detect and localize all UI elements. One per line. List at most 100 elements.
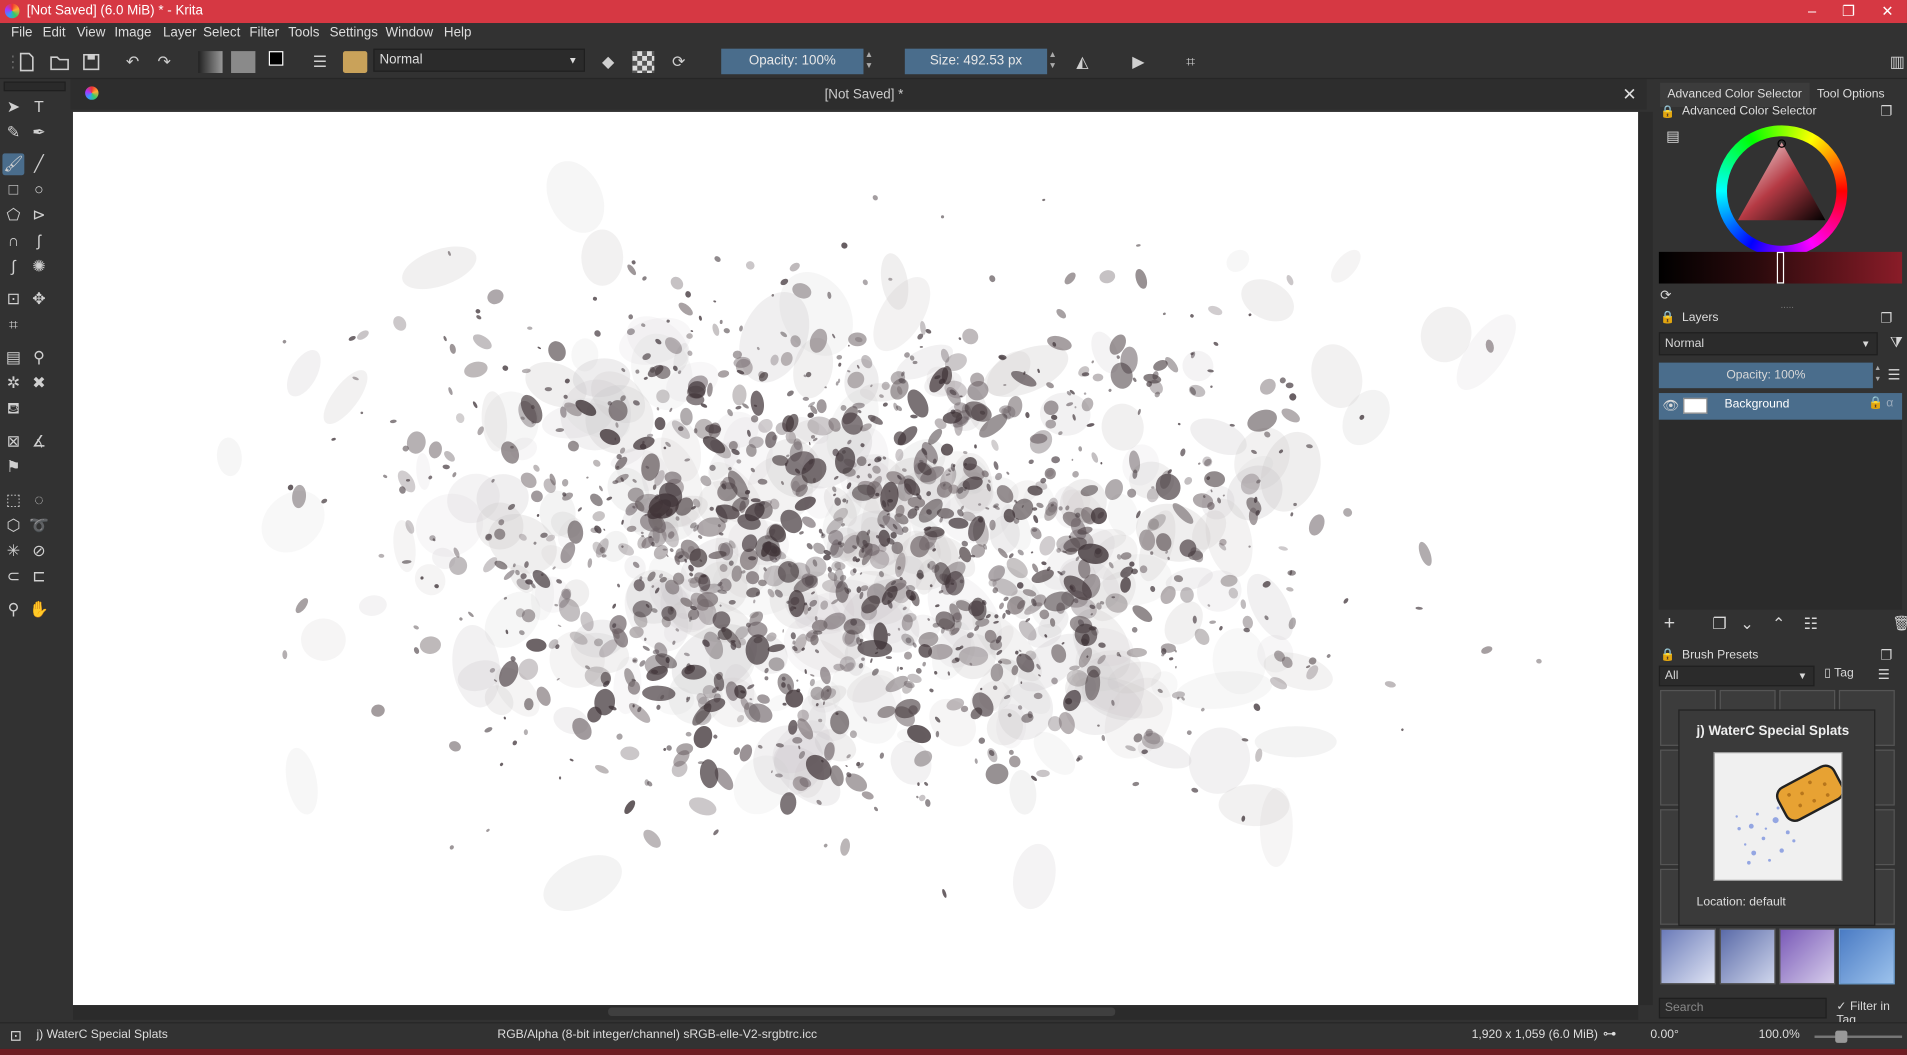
layer-opacity-slider[interactable]: Opacity: 100%: [1658, 362, 1873, 389]
splitter-handle[interactable]: .....: [1780, 299, 1794, 310]
save-icon[interactable]: [81, 51, 100, 73]
ellipse-select-tool-icon[interactable]: ◌: [28, 489, 50, 511]
layers-float-icon[interactable]: ❐: [1880, 310, 1892, 327]
brush-preset-tile-selected[interactable]: [1838, 928, 1895, 985]
move-layer-down-icon[interactable]: ⌄: [1740, 615, 1753, 634]
duplicate-layer-icon[interactable]: ❐: [1712, 615, 1726, 634]
lock-icon[interactable]: 🔒: [1660, 106, 1675, 119]
vertical-scrollbar[interactable]: [1638, 111, 1653, 1006]
multibrush-tool-icon[interactable]: ✺: [28, 256, 50, 278]
freehand-select-tool-icon[interactable]: ➰: [28, 515, 50, 537]
menu-view[interactable]: View: [77, 26, 106, 41]
close-document-icon[interactable]: ✕: [1622, 84, 1636, 105]
document-tab-title[interactable]: [Not Saved] *: [825, 88, 904, 103]
size-stepper-icon[interactable]: ▲ ▼: [1048, 50, 1056, 72]
status-zoom[interactable]: 100.0%: [1759, 1028, 1800, 1041]
menu-settings[interactable]: Settings: [330, 26, 378, 41]
zoom-tool-icon[interactable]: ⚲: [2, 599, 24, 621]
wrap-around-icon[interactable]: ⌗: [1180, 51, 1202, 73]
canvas[interactable]: [72, 111, 1639, 1006]
undo-icon[interactable]: ↶: [123, 51, 142, 73]
visibility-eye-icon[interactable]: 👁: [1663, 398, 1680, 414]
calligraphy-tool-icon[interactable]: ✒: [28, 122, 50, 144]
freehand-brush-tool-icon[interactable]: 🖌: [2, 153, 25, 176]
preserve-alpha-icon[interactable]: [632, 51, 655, 74]
close-window-button[interactable]: ✕: [1868, 0, 1907, 23]
brush-preset-tile[interactable]: [1779, 928, 1836, 985]
brush-preset-tile[interactable]: [1719, 928, 1776, 985]
brush-presets-lock-icon[interactable]: 🔒: [1660, 649, 1675, 662]
smart-patch-tool-icon[interactable]: ✖: [28, 372, 50, 394]
size-slider[interactable]: Size: 492.53 px: [904, 48, 1048, 75]
magnetic-select-tool-icon[interactable]: ⊏: [28, 566, 50, 588]
menu-help[interactable]: Help: [444, 26, 472, 41]
opacity-stepper-icon[interactable]: ▲ ▼: [865, 50, 873, 72]
fill-tool-icon[interactable]: ⛾: [2, 398, 24, 420]
contiguous-select-tool-icon[interactable]: ✳: [2, 540, 24, 562]
layers-lock-icon[interactable]: 🔒: [1660, 312, 1675, 325]
reload-preset-icon[interactable]: ⟳: [668, 51, 690, 73]
crop-tool-icon[interactable]: ⌗: [2, 314, 24, 336]
delete-layer-icon[interactable]: 🗑: [1892, 615, 1907, 632]
polygon-tool-icon[interactable]: ⬠: [2, 204, 24, 226]
layer-opacity-stepper-icon[interactable]: ▲ ▼: [1874, 364, 1881, 386]
hue-ring[interactable]: [1716, 125, 1848, 257]
tab-advanced-color-selector[interactable]: Advanced Color Selector: [1660, 82, 1810, 108]
layer-blend-select[interactable]: Normal ▼: [1658, 332, 1878, 356]
brush-settings-icon[interactable]: ☰: [309, 51, 331, 73]
tag-button[interactable]: ▯ Tag: [1824, 667, 1853, 680]
open-document-icon[interactable]: [49, 51, 71, 73]
brush-preset-tile[interactable]: [1660, 928, 1717, 985]
minimize-button[interactable]: –: [1793, 0, 1832, 23]
dock-toggle-icon[interactable]: ▥: [1887, 51, 1906, 73]
text-tool-icon[interactable]: T: [28, 96, 50, 118]
bezier-tool-icon[interactable]: ∩: [2, 230, 24, 252]
filter-icon[interactable]: ⧩: [1890, 333, 1903, 351]
ellipse-tool-icon[interactable]: ○: [28, 179, 50, 201]
menu-image[interactable]: Image: [114, 26, 151, 41]
eraser-icon[interactable]: ◆: [597, 51, 619, 73]
zoom-slider[interactable]: [1814, 1030, 1903, 1043]
measure-tool-icon[interactable]: ∡: [28, 431, 50, 453]
brush-tag-filter-select[interactable]: All ▼: [1658, 665, 1815, 687]
mirror-horizontal-icon[interactable]: ◭: [1070, 51, 1094, 73]
brush-presets-float-icon[interactable]: ❐: [1880, 647, 1892, 664]
rotation-icon[interactable]: ⊶: [1603, 1026, 1616, 1042]
restore-button[interactable]: ❐: [1829, 0, 1868, 23]
menu-tools[interactable]: Tools: [288, 26, 319, 41]
colorize-mask-tool-icon[interactable]: ✲: [2, 372, 24, 394]
opacity-slider[interactable]: Opacity: 100%: [721, 48, 864, 75]
layer-list[interactable]: [1658, 419, 1903, 610]
pattern-selector-icon[interactable]: [231, 51, 256, 74]
color-bar[interactable]: [1658, 251, 1903, 284]
pan-tool-icon[interactable]: ✋: [28, 599, 50, 621]
saturation-triangle[interactable]: [1733, 138, 1830, 235]
menu-filter[interactable]: Filter: [249, 26, 279, 41]
layer-row-background[interactable]: 👁 Background 🔒 α: [1658, 393, 1903, 420]
layer-properties-icon[interactable]: ☷: [1804, 615, 1818, 634]
new-document-icon[interactable]: [18, 51, 35, 73]
freehand-path-tool-icon[interactable]: ʃ: [28, 230, 50, 252]
blend-mode-select[interactable]: Normal ▼: [373, 48, 585, 72]
bezier-select-tool-icon[interactable]: ⊂: [2, 566, 24, 588]
line-tool-icon[interactable]: ╱: [28, 153, 50, 175]
menu-file[interactable]: File: [11, 26, 33, 41]
polyline-tool-icon[interactable]: ⊳: [28, 204, 50, 226]
gradient-tool-icon[interactable]: ▤: [2, 347, 24, 369]
gradient-selector-icon[interactable]: [198, 51, 223, 74]
brush-preset-icon[interactable]: [342, 51, 368, 74]
move-tool-icon[interactable]: ✥: [28, 288, 50, 310]
add-layer-icon[interactable]: +: [1664, 613, 1675, 635]
dynamic-brush-tool-icon[interactable]: ∫: [2, 256, 24, 278]
status-color-space[interactable]: RGB/Alpha (8-bit integer/channel) sRGB-e…: [497, 1028, 817, 1041]
fg-bg-color-icon[interactable]: [268, 51, 293, 75]
mirror-vertical-icon[interactable]: ▶: [1126, 51, 1150, 73]
brush-view-menu-icon[interactable]: ☰: [1878, 667, 1890, 683]
menu-edit[interactable]: Edit: [43, 26, 66, 41]
menu-window[interactable]: Window: [386, 26, 434, 41]
reference-images-tool-icon[interactable]: ⚑: [2, 456, 24, 478]
horizontal-scroll-thumb[interactable]: [608, 1007, 1116, 1017]
color-picker-tool-icon[interactable]: ⚲: [28, 347, 50, 369]
float-panel-icon[interactable]: ❐: [1880, 103, 1892, 120]
refresh-icon[interactable]: ⟳: [1660, 287, 1671, 303]
